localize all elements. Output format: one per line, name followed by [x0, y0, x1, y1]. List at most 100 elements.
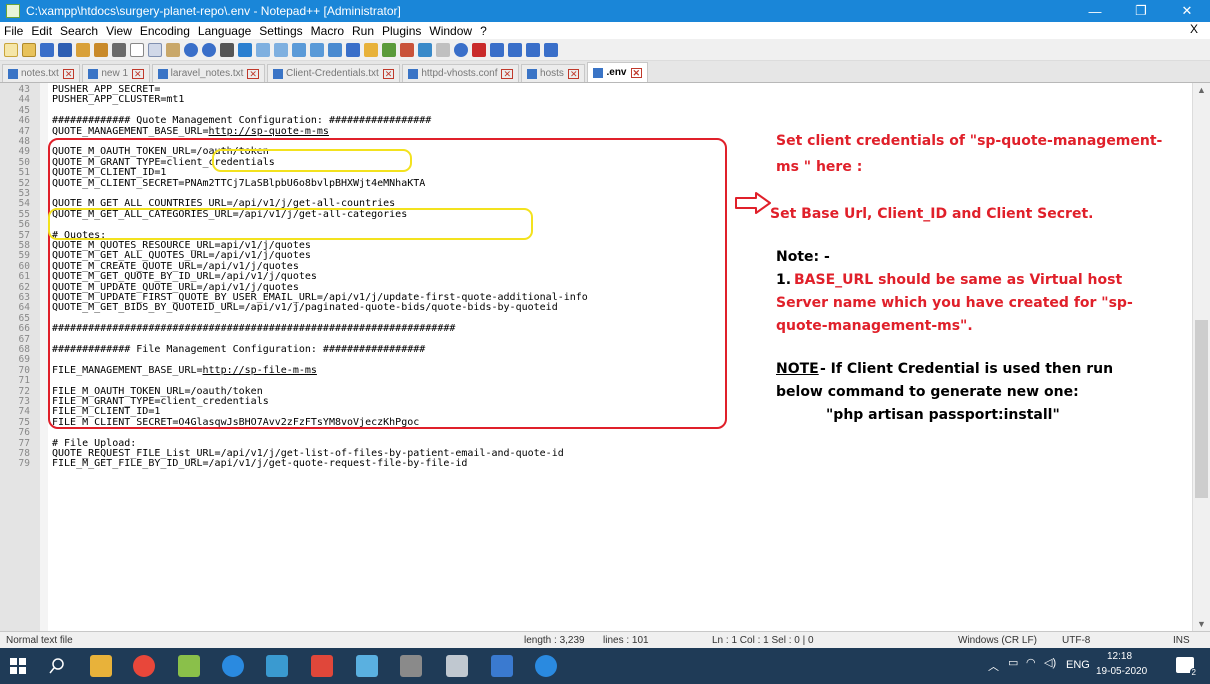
chevron-up-icon[interactable]: ︿	[988, 658, 999, 674]
menu-search[interactable]: Search	[56, 24, 102, 38]
show-all-chars-icon[interactable]	[346, 42, 360, 57]
code-text[interactable]: PUSHER_APP_CLUSTER=mt1	[52, 95, 184, 105]
word-wrap-icon[interactable]	[328, 42, 342, 57]
cut-icon[interactable]	[130, 42, 144, 57]
folder-workspace-icon[interactable]	[436, 42, 450, 57]
code-text[interactable]: QUOTE_MANAGEMENT_BASE_URL=http://sp-quot…	[52, 126, 329, 137]
scrollbar-thumb[interactable]	[1195, 320, 1208, 498]
code-text[interactable]: FILE_M_GET_FILE_BY_ID_URL=/api/v1/j/get-…	[52, 459, 467, 469]
play-macro-icon[interactable]	[508, 42, 522, 57]
wifi-icon[interactable]: ◠	[1026, 656, 1036, 669]
tab-notes[interactable]: notes.txt ✕	[2, 64, 81, 82]
tab-close-icon[interactable]: ✕	[501, 68, 514, 79]
find-icon[interactable]	[220, 42, 234, 57]
stop-macro-icon[interactable]	[490, 42, 504, 57]
sync-horizontal-icon[interactable]	[310, 42, 324, 57]
menu-help[interactable]: ?	[476, 24, 491, 38]
tab-label: httpd-vhosts.conf	[421, 68, 498, 79]
tab-hosts[interactable]: hosts ✕	[521, 64, 586, 82]
undo-icon[interactable]	[184, 42, 198, 57]
code-line[interactable]: 79 FILE_M_GET_FILE_BY_ID_URL=/api/v1/j/ge…	[0, 458, 1194, 469]
paste-icon[interactable]	[166, 42, 180, 57]
menu-window[interactable]: Window	[425, 24, 476, 38]
annotation-base-url-note: Set Base Url, Client_ID and Client Secre…	[770, 206, 1094, 222]
menu-language[interactable]: Language	[194, 24, 255, 38]
maximize-button[interactable]: ❐	[1118, 0, 1164, 22]
annotation-note2-a: - If Client Credential is used then run	[820, 361, 1114, 377]
status-encoding: UTF-8	[1062, 635, 1091, 646]
tab-client-credentials[interactable]: Client-Credentials.txt ✕	[266, 64, 401, 82]
search-icon[interactable]	[48, 657, 66, 675]
open-file-icon[interactable]	[22, 42, 36, 57]
volume-icon[interactable]: ◁)	[1044, 656, 1056, 669]
record-macro-icon[interactable]	[472, 42, 486, 57]
tool-icon[interactable]	[400, 655, 422, 677]
tab-close-icon[interactable]: ✕	[382, 68, 395, 79]
tab-close-icon[interactable]: ✕	[62, 68, 75, 79]
vertical-scrollbar[interactable]: ▲ ▼	[1192, 83, 1210, 631]
editor-area[interactable]: 43 PUSHER_APP_SECRET= 44 PUSHER_APP_CLUSTER…	[0, 83, 1210, 631]
tab-close-icon[interactable]: ✕	[567, 68, 580, 79]
app-icon[interactable]	[266, 655, 288, 677]
indent-guide-icon[interactable]	[364, 42, 378, 57]
scroll-up-icon[interactable]: ▲	[1197, 85, 1206, 95]
clock-time[interactable]: 12:18	[1107, 651, 1132, 662]
windows-start-icon[interactable]	[10, 658, 26, 674]
office-icon[interactable]	[311, 655, 333, 677]
run-macro-multiple-icon[interactable]	[526, 42, 540, 57]
tab-laravel-notes[interactable]: laravel_notes.txt ✕	[151, 64, 265, 82]
language-indicator[interactable]: ENG	[1066, 659, 1090, 671]
xampp-icon[interactable]	[446, 655, 468, 677]
close-button[interactable]: ✕	[1164, 0, 1210, 22]
tab-httpd-vhosts[interactable]: httpd-vhosts.conf ✕	[402, 64, 520, 82]
scroll-down-icon[interactable]: ▼	[1197, 619, 1206, 629]
menu-file[interactable]: File	[0, 24, 27, 38]
copy-icon[interactable]	[148, 42, 162, 57]
new-file-icon[interactable]	[4, 42, 18, 57]
tab-close-icon[interactable]: ✕	[630, 67, 643, 78]
visual-studio-code-icon[interactable]	[356, 655, 378, 677]
annotation-command: "php artisan passport:install"	[826, 407, 1060, 423]
menu-view[interactable]: View	[102, 24, 136, 38]
sync-vertical-icon[interactable]	[292, 42, 306, 57]
tab-env[interactable]: .env ✕	[587, 62, 649, 82]
zoom-out-icon[interactable]	[274, 42, 288, 57]
notepad-plus-plus-taskbar-icon[interactable]	[178, 655, 200, 677]
menu-settings[interactable]: Settings	[255, 24, 306, 38]
menu-edit[interactable]: Edit	[27, 24, 56, 38]
location-icon[interactable]	[535, 655, 557, 677]
battery-icon[interactable]: ▭	[1008, 656, 1018, 669]
photos-icon[interactable]	[491, 655, 513, 677]
menu-plugins[interactable]: Plugins	[378, 24, 425, 38]
language-icon[interactable]	[382, 42, 396, 57]
url-link[interactable]: http://sp-quote-m-ms	[209, 126, 329, 137]
replace-icon[interactable]	[238, 42, 252, 57]
notifications-icon[interactable]: 2	[1176, 657, 1198, 677]
zoom-in-icon[interactable]	[256, 42, 270, 57]
close-icon[interactable]	[76, 42, 90, 57]
tab-close-icon[interactable]: ✕	[132, 68, 144, 79]
menu-encoding[interactable]: Encoding	[136, 24, 194, 38]
doc-map-icon[interactable]	[400, 42, 414, 57]
code-line[interactable]: 44 PUSHER_APP_CLUSTER=mt1	[0, 94, 1194, 105]
tab-close-icon[interactable]: ✕	[247, 68, 259, 79]
file-explorer-icon[interactable]	[90, 655, 112, 677]
maps-icon[interactable]	[222, 655, 244, 677]
code-line[interactable]: 76	[0, 427, 1194, 438]
clock-date[interactable]: 19-05-2020	[1096, 666, 1147, 677]
menu-macro[interactable]: Macro	[307, 24, 348, 38]
menu-run[interactable]: Run	[348, 24, 378, 38]
monitoring-icon[interactable]	[454, 42, 468, 57]
tab-new-1[interactable]: new 1 ✕	[82, 64, 150, 82]
print-icon[interactable]	[112, 42, 126, 57]
close-document-button[interactable]: X	[1190, 22, 1198, 36]
redo-icon[interactable]	[202, 42, 216, 57]
annotation-note2-label: NOTE	[776, 361, 819, 377]
save-icon[interactable]	[40, 42, 54, 57]
minimize-button[interactable]: —	[1072, 0, 1118, 22]
function-list-icon[interactable]	[418, 42, 432, 57]
save-macro-icon[interactable]	[544, 42, 558, 57]
close-all-icon[interactable]	[94, 42, 108, 57]
save-all-icon[interactable]	[58, 42, 72, 57]
chrome-icon[interactable]	[133, 655, 155, 677]
